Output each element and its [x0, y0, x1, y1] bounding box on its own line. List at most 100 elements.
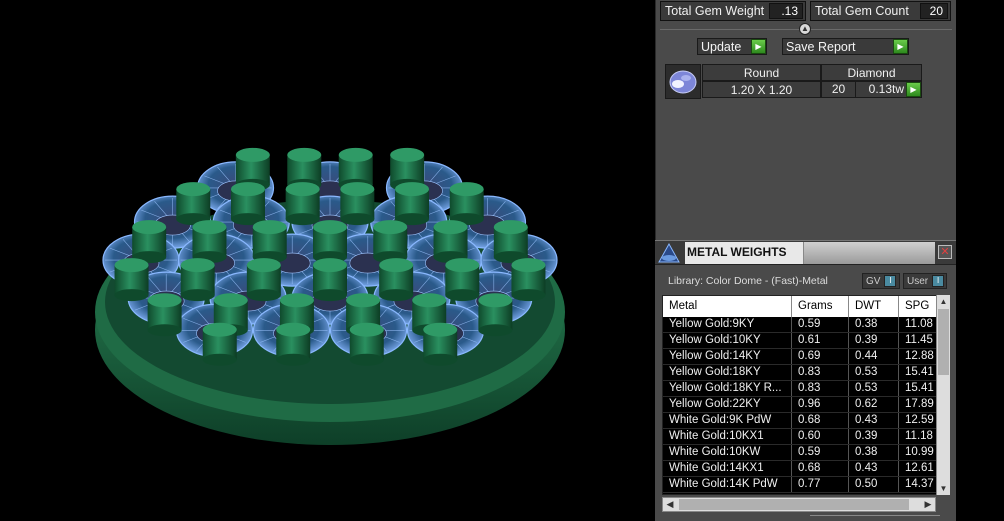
- metal-name: Yellow Gold:18KY: [663, 365, 792, 380]
- metal-name: Yellow Gold:22KY: [663, 397, 792, 412]
- title-bar[interactable]: [803, 242, 935, 264]
- dwt-value: 0.43: [849, 413, 899, 428]
- table-row[interactable]: White Gold:10KX1 0.60 0.39 11.18: [663, 429, 949, 445]
- dwt-value: 0.53: [849, 365, 899, 380]
- save-report-button[interactable]: Save Report ▶: [782, 38, 909, 55]
- grams-value: 0.96: [792, 397, 849, 412]
- grams-value: 0.59: [792, 317, 849, 332]
- prong: [202, 322, 237, 366]
- table-row[interactable]: Yellow Gold:14KY 0.69 0.44 12.88: [663, 349, 949, 365]
- gv-label: GV: [866, 275, 881, 287]
- 3d-viewport[interactable]: [0, 0, 655, 521]
- metal-weights-panel: METAL WEIGHTS ✕ Library: Color Dome - (F…: [655, 240, 956, 521]
- prong: [493, 220, 528, 264]
- dwt-value: 0.62: [849, 397, 899, 412]
- horizontal-scrollbar[interactable]: ◀ ▶: [662, 497, 936, 512]
- scroll-thumb[interactable]: [679, 499, 909, 510]
- total-gem-weight: Total Gem Weight .13: [660, 1, 806, 21]
- total-gem-weight-value: .13: [769, 3, 803, 19]
- play-arrow-icon[interactable]: ▶: [906, 82, 921, 97]
- metal-name: White Gold:9K PdW: [663, 413, 792, 428]
- gem-tw: 0.13tw: [868, 82, 904, 96]
- background: [956, 0, 1004, 521]
- prong: [423, 322, 458, 366]
- gem-count-tw: 20 0.13tw ▶: [821, 81, 922, 98]
- spg-value: 11.18: [899, 429, 939, 444]
- table-row[interactable]: White Gold:9K PdW 0.68 0.43 12.59: [663, 413, 949, 429]
- prong: [313, 220, 347, 264]
- prong: [192, 220, 227, 264]
- table-row[interactable]: White Gold:14K PdW 0.77 0.50 14.37: [663, 477, 949, 493]
- prong: [395, 182, 430, 226]
- update-button[interactable]: Update ▶: [697, 38, 767, 55]
- table-row[interactable]: White Gold:10KW 0.59 0.38 10.99: [663, 445, 949, 461]
- prong: [478, 293, 513, 337]
- grams-value: 0.77: [792, 477, 849, 492]
- scroll-right-icon[interactable]: ▶: [921, 498, 935, 511]
- prong: [433, 220, 468, 264]
- totals-row: Total Gem Weight .13 Total Gem Count 20: [660, 1, 951, 21]
- dwt-value: 0.38: [849, 445, 899, 460]
- library-label: Library: Color Dome - (Fast)-Metal: [668, 275, 828, 287]
- metal-name: White Gold:10KX1: [663, 429, 792, 444]
- grams-value: 0.68: [792, 413, 849, 428]
- spg-value: 17.89: [899, 397, 939, 412]
- metal-name: Yellow Gold:14KY: [663, 349, 792, 364]
- prong: [445, 258, 480, 302]
- metal-name: Yellow Gold:10KY: [663, 333, 792, 348]
- gem-size: 1.20 X 1.20: [702, 81, 821, 98]
- grams-value: 0.83: [792, 381, 849, 396]
- chevron-up-icon[interactable]: ▲: [799, 23, 811, 35]
- table-row[interactable]: Yellow Gold:18KY 0.83 0.53 15.41: [663, 365, 949, 381]
- table-row[interactable]: Yellow Gold:22KY 0.96 0.62 17.89: [663, 397, 949, 413]
- spg-value: 11.45: [899, 333, 939, 348]
- prong: [252, 220, 287, 264]
- col-grams[interactable]: Grams: [792, 296, 849, 317]
- grams-value: 0.59: [792, 445, 849, 460]
- total-gem-count-label: Total Gem Count: [815, 4, 909, 18]
- vertical-scrollbar[interactable]: ▲ ▼: [936, 295, 950, 495]
- col-spg[interactable]: SPG: [899, 296, 939, 317]
- gem-type: Diamond: [821, 64, 922, 81]
- scroll-down-icon[interactable]: ▼: [937, 482, 950, 495]
- table-row[interactable]: Yellow Gold:10KY 0.61 0.39 11.45: [663, 333, 949, 349]
- dwt-value: 0.38: [849, 317, 899, 332]
- user-toggle[interactable]: User I: [903, 273, 947, 289]
- dwt-value: 0.50: [849, 477, 899, 492]
- round-diamond-icon[interactable]: [665, 64, 701, 99]
- spg-value: 12.61: [899, 461, 939, 476]
- update-label: Update: [701, 39, 742, 54]
- gem-summary: Round Diamond 1.20 X 1.20 20 0.13tw ▶: [665, 64, 922, 99]
- play-arrow-icon: ▶: [751, 39, 766, 54]
- dwt-value: 0.39: [849, 429, 899, 444]
- scroll-thumb[interactable]: [938, 309, 949, 375]
- prong: [340, 182, 375, 226]
- scroll-up-icon[interactable]: ▲: [937, 295, 950, 308]
- table-row[interactable]: White Gold:14KX1 0.68 0.43 12.61: [663, 461, 949, 477]
- prong: [246, 258, 281, 302]
- prong: [176, 182, 211, 226]
- prong: [180, 258, 215, 302]
- spg-value: 15.41: [899, 365, 939, 380]
- triangle-logo-icon: [658, 242, 680, 263]
- prong: [132, 220, 167, 264]
- spg-value: 12.59: [899, 413, 939, 428]
- scroll-left-icon[interactable]: ◀: [663, 498, 677, 511]
- col-metal[interactable]: Metal: [663, 296, 792, 317]
- col-dwt[interactable]: DWT: [849, 296, 899, 317]
- close-icon[interactable]: ✕: [938, 245, 952, 259]
- dwt-value: 0.44: [849, 349, 899, 364]
- toggle-knob: I: [932, 275, 945, 287]
- prong: [285, 182, 320, 226]
- spg-value: 11.08: [899, 317, 939, 332]
- prong: [379, 258, 414, 302]
- dwt-value: 0.39: [849, 333, 899, 348]
- table-row[interactable]: Yellow Gold:9KY 0.59 0.38 11.08: [663, 317, 949, 333]
- prong: [511, 258, 546, 302]
- table-row[interactable]: Yellow Gold:18KY R... 0.83 0.53 15.41: [663, 381, 949, 397]
- gv-toggle[interactable]: GV I: [862, 273, 900, 289]
- prong: [114, 258, 149, 302]
- divider: [810, 515, 940, 521]
- total-gem-count: Total Gem Count 20: [810, 1, 951, 21]
- save-report-label: Save Report: [786, 39, 856, 54]
